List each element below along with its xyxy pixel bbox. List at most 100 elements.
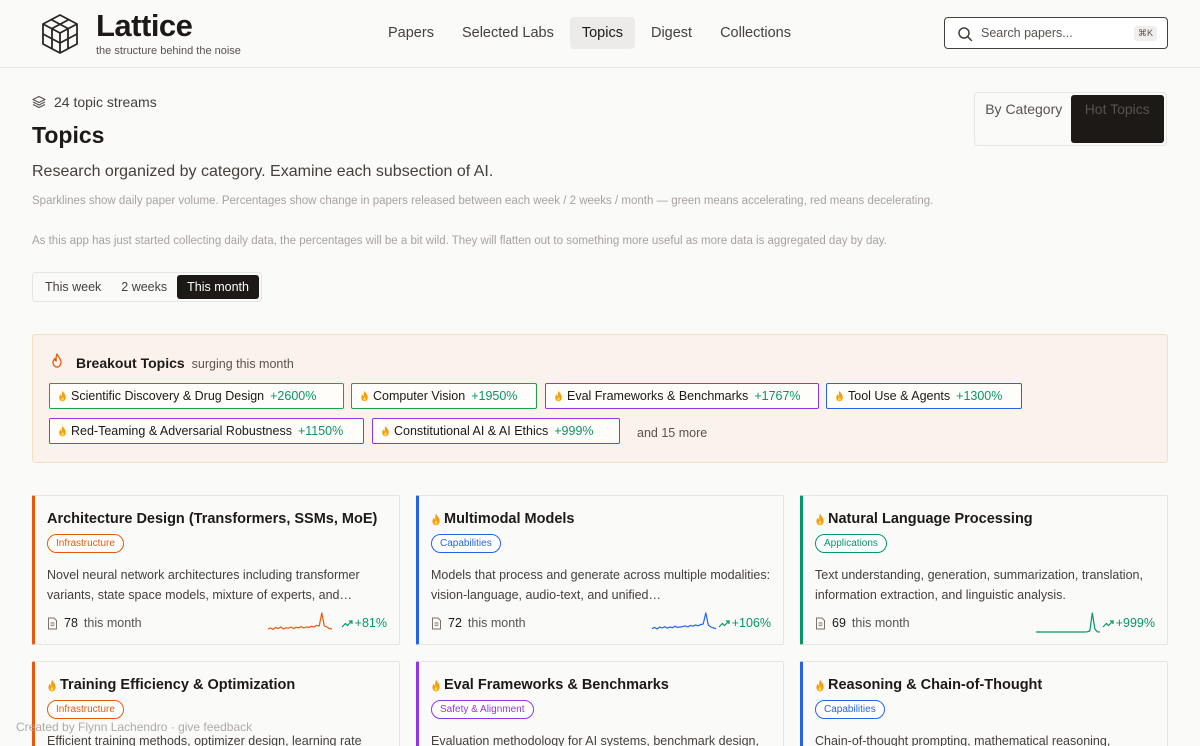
hot-flame-icon (432, 679, 440, 691)
topic-card-title[interactable]: Multimodal Models (431, 511, 575, 527)
category-badge[interactable]: Applications (815, 534, 887, 553)
data-note: As this app has just started collecting … (32, 235, 887, 247)
hot-flame-icon (836, 390, 843, 402)
breakout-chip[interactable]: Red-Teaming & Adversarial Robustness +115… (49, 418, 364, 444)
paper-count: 78 this month (47, 616, 142, 630)
sparkline (267, 612, 333, 630)
footer-credit[interactable]: Created by Flynn Lachendro · give feedba… (16, 720, 252, 734)
topic-card[interactable]: Natural Language Processing Applications T… (800, 495, 1168, 645)
paper-count-value: 72 (448, 616, 462, 630)
nav-topics[interactable]: Topics (569, 17, 635, 49)
hot-flame-icon (59, 390, 66, 402)
topic-card-description: Models that process and generate across … (431, 568, 771, 602)
chip-percent: +1300% (956, 389, 1003, 403)
category-badge[interactable]: Infrastructure (47, 700, 124, 719)
brand-tagline: the structure behind the noise (96, 45, 241, 57)
topic-card[interactable]: Multimodal Models Capabilities Models that… (416, 495, 784, 645)
chip-percent: +1767% (754, 389, 801, 403)
document-icon (432, 617, 441, 629)
nav-papers[interactable]: Papers (376, 17, 446, 49)
sparkline-line (1036, 612, 1101, 633)
topic-card-description: Evaluation methodology for AI systems, b… (431, 734, 759, 746)
chip-label: Scientific Discovery & Drug Design (71, 389, 265, 403)
chip-percent: +1950% (471, 389, 518, 403)
hot-flame-icon (59, 425, 66, 437)
brand-name[interactable]: Lattice (96, 8, 193, 44)
view-toggle: By Category Hot Topics (974, 92, 1167, 146)
paper-count-value: 69 (832, 616, 846, 630)
more-topics-link[interactable]: and 15 more (637, 426, 707, 440)
lattice-logo-icon[interactable] (38, 12, 82, 56)
trending-up-icon (718, 619, 730, 627)
topic-card-title-text: Training Efficiency & Optimization (60, 677, 296, 693)
hot-flame-icon (555, 390, 562, 402)
breakout-subtitle: surging this month (191, 357, 294, 371)
trend-percent: +106% (731, 616, 771, 630)
topic-card-title-text: Natural Language Processing (828, 511, 1033, 527)
main-nav: Papers Selected Labs Topics Digest Colle… (376, 17, 803, 49)
hot-flame-icon (382, 425, 389, 437)
topic-card[interactable]: Architecture Design (Transformers, SSMs,… (32, 495, 400, 645)
chip-label: Red-Teaming & Adversarial Robustness (71, 424, 292, 438)
category-badge[interactable]: Capabilities (431, 534, 501, 553)
sparkline-line (651, 612, 717, 630)
nav-collections[interactable]: Collections (708, 17, 803, 49)
hot-flame-icon (48, 679, 56, 691)
topic-card[interactable]: Reasoning & Chain-of-Thought Capabilities… (800, 661, 1168, 746)
chip-label: Tool Use & Agents (848, 389, 951, 403)
breakout-chip[interactable]: Tool Use & Agents +1300% (826, 383, 1022, 409)
breakout-chip[interactable]: Constitutional AI & AI Ethics +999% (372, 418, 620, 444)
trending-up-icon (1102, 619, 1114, 627)
nav-selected-labs[interactable]: Selected Labs (450, 17, 566, 49)
topic-card-description: Chain-of-thought prompting, mathematical… (815, 734, 1111, 746)
category-badge[interactable]: Safety & Alignment (431, 700, 534, 719)
trending-up-icon (341, 619, 353, 627)
topic-card-title[interactable]: Reasoning & Chain-of-Thought (815, 677, 1042, 693)
range-this-month[interactable]: This month (177, 275, 259, 299)
paper-count-label: this month (851, 616, 910, 630)
nav-digest[interactable]: Digest (639, 17, 704, 49)
topic-card-title[interactable]: Architecture Design (Transformers, SSMs,… (47, 511, 377, 527)
topic-card-description: Text understanding, generation, summariz… (815, 568, 1143, 602)
search-placeholder: Search papers... (981, 26, 1073, 40)
trend-indicator: +999% (1102, 616, 1155, 630)
chip-percent: +2600% (270, 389, 317, 403)
category-badge[interactable]: Capabilities (815, 700, 885, 719)
topic-card-title-text: Eval Frameworks & Benchmarks (444, 677, 669, 693)
stream-count: 24 topic streams (32, 94, 157, 110)
page-subtitle: Research organized by category. Examine … (32, 163, 494, 180)
hot-flame-icon (816, 513, 824, 525)
view-by-category[interactable]: By Category (977, 95, 1071, 143)
view-hot-topics[interactable]: Hot Topics (1070, 95, 1164, 143)
search-shortcut: ⌘K (1133, 26, 1157, 41)
paper-count: 69 this month (815, 616, 910, 630)
topic-card-title-text: Reasoning & Chain-of-Thought (828, 677, 1043, 693)
trend-indicator: +81% (341, 616, 387, 630)
topic-card-title-text: Architecture Design (Transformers, SSMs,… (47, 511, 378, 527)
breakout-title: Breakout Topics (76, 355, 185, 371)
search-icon (958, 27, 973, 42)
topic-card-description: Novel neural network architectures inclu… (47, 568, 360, 602)
topic-card[interactable]: Eval Frameworks & Benchmarks Safety & Ali… (416, 661, 784, 746)
flame-icon (52, 353, 62, 368)
hot-flame-icon (432, 513, 440, 525)
range-this-week[interactable]: This week (35, 275, 111, 299)
topic-card-title[interactable]: Eval Frameworks & Benchmarks (431, 677, 669, 693)
trend-percent: +81% (354, 616, 387, 630)
hot-flame-icon (816, 679, 824, 691)
paper-count-value: 78 (64, 616, 78, 630)
document-icon (816, 617, 825, 629)
topic-card-title[interactable]: Natural Language Processing (815, 511, 1033, 527)
category-badge[interactable]: Infrastructure (47, 534, 124, 553)
breakout-chip[interactable]: Scientific Discovery & Drug Design +2600% (49, 383, 344, 409)
topic-card-title[interactable]: Training Efficiency & Optimization (47, 677, 295, 693)
breakout-chip[interactable]: Eval Frameworks & Benchmarks +1767% (545, 383, 819, 409)
sparkline-note: Sparklines show daily paper volume. Perc… (32, 195, 934, 207)
paper-count: 72 this month (431, 616, 526, 630)
hot-flame-icon (361, 390, 368, 402)
page-title: Topics (32, 122, 105, 148)
range-2-weeks[interactable]: 2 weeks (111, 275, 177, 299)
search-input[interactable]: Search papers... ⌘K (944, 17, 1168, 49)
breakout-header: Breakout Topics surging this month (51, 353, 294, 371)
breakout-chip[interactable]: Computer Vision +1950% (351, 383, 537, 409)
